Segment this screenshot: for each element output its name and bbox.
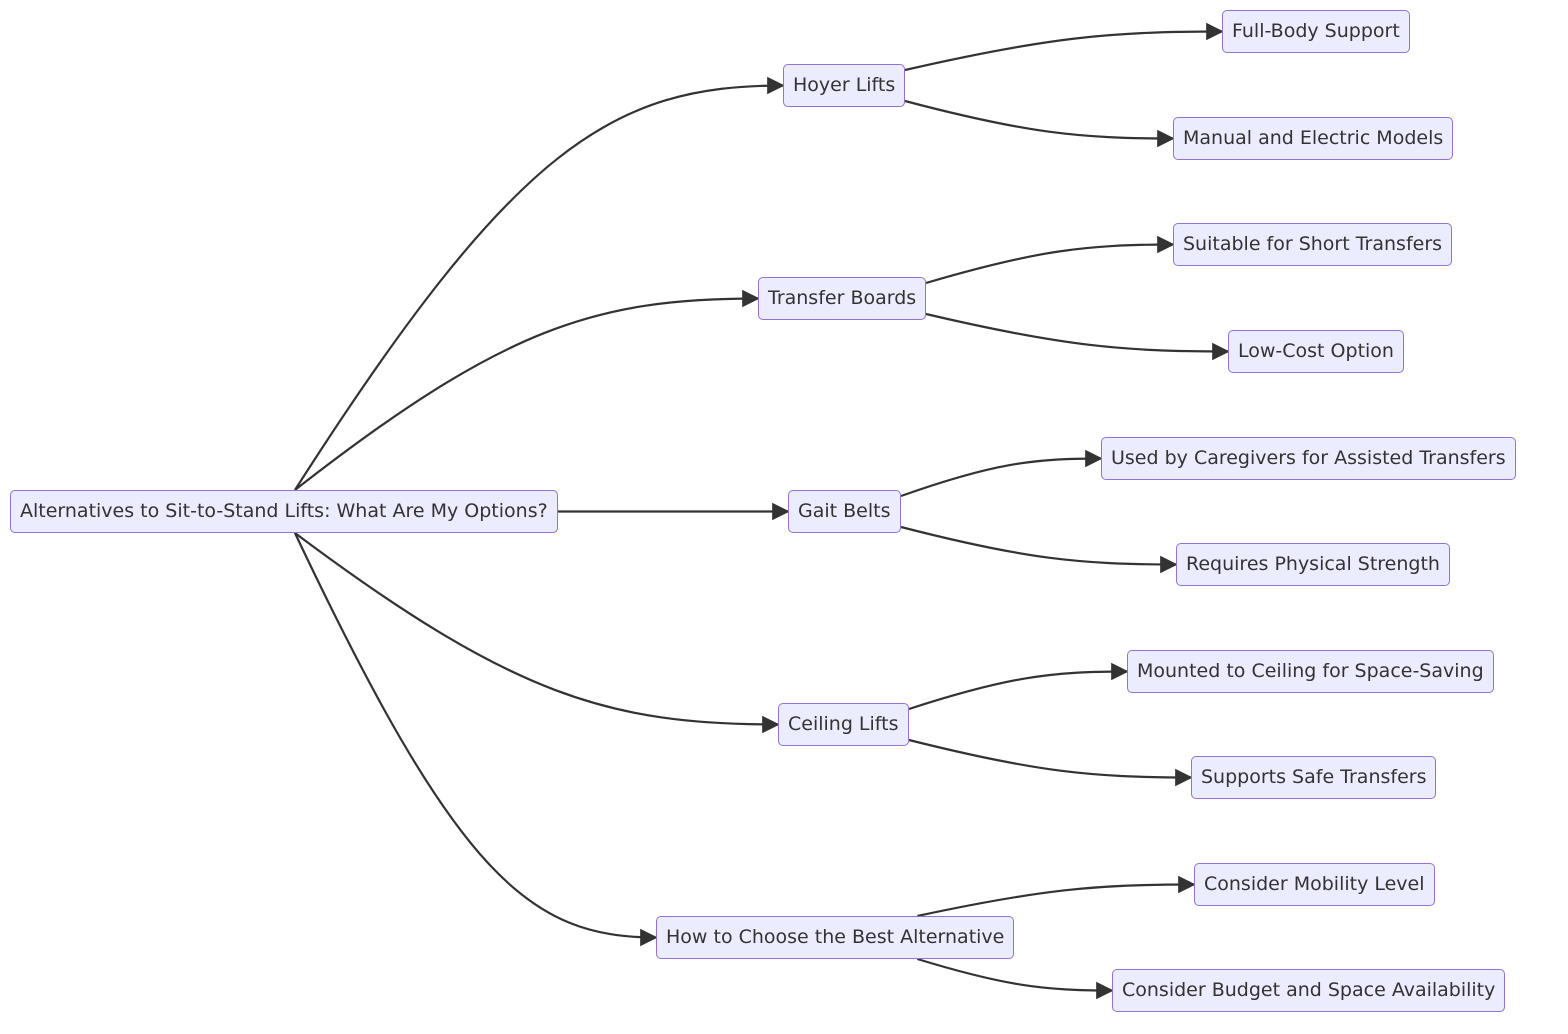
leaf-node-short-transfers[interactable]: Suitable for Short Transfers — [1173, 223, 1453, 266]
edge-root-to-ceiling — [294, 532, 780, 734]
leaf-node-budget-space[interactable]: Consider Budget and Space Availability — [1112, 969, 1506, 1012]
branch-node-gait-belts[interactable]: Gait Belts — [788, 490, 901, 533]
leaf-node-full-body-support[interactable]: Full-Body Support — [1222, 10, 1410, 53]
leaf-node-physical-strength[interactable]: Requires Physical Strength — [1176, 543, 1450, 586]
leaf-node-manual-electric-models[interactable]: Manual and Electric Models — [1173, 117, 1454, 160]
leaf-node-low-cost-option[interactable]: Low-Cost Option — [1228, 330, 1404, 373]
edge-root-to-hoyer — [294, 76, 785, 491]
branch-node-ceiling-lifts[interactable]: Ceiling Lifts — [778, 703, 909, 746]
edge-choose-to-choose-1 — [917, 875, 1196, 918]
edge-hoyer-to-hoyer-2 — [904, 99, 1175, 148]
leaf-node-safe-transfers[interactable]: Supports Safe Transfers — [1191, 756, 1437, 799]
edge-root-to-choose — [293, 532, 658, 947]
leaf-node-mobility-level[interactable]: Consider Mobility Level — [1194, 863, 1435, 906]
branch-node-choose-best[interactable]: How to Choose the Best Alternative — [656, 916, 1015, 959]
edge-choose-to-choose-2 — [917, 957, 1114, 1000]
edge-gait-to-gait-2 — [900, 525, 1178, 574]
edge-ceiling-to-ceiling-2 — [908, 738, 1193, 787]
edge-ceiling-to-ceiling-1 — [908, 662, 1129, 711]
leaf-node-caregivers-assisted[interactable]: Used by Caregivers for Assisted Transfer… — [1101, 437, 1516, 480]
branch-node-transfer-boards[interactable]: Transfer Boards — [758, 277, 927, 320]
leaf-node-mounted-ceiling[interactable]: Mounted to Ceiling for Space-Saving — [1127, 650, 1494, 693]
root-node[interactable]: Alternatives to Sit-to-Stand Lifts: What… — [10, 490, 558, 533]
edge-root-to-transfer — [294, 289, 760, 491]
edge-transfer-to-transfer-2 — [925, 312, 1230, 361]
branch-node-hoyer-lifts[interactable]: Hoyer Lifts — [783, 64, 906, 107]
edge-gait-to-gait-1 — [900, 449, 1103, 498]
edge-hoyer-to-hoyer-1 — [904, 22, 1224, 72]
edge-transfer-to-transfer-1 — [925, 235, 1175, 285]
